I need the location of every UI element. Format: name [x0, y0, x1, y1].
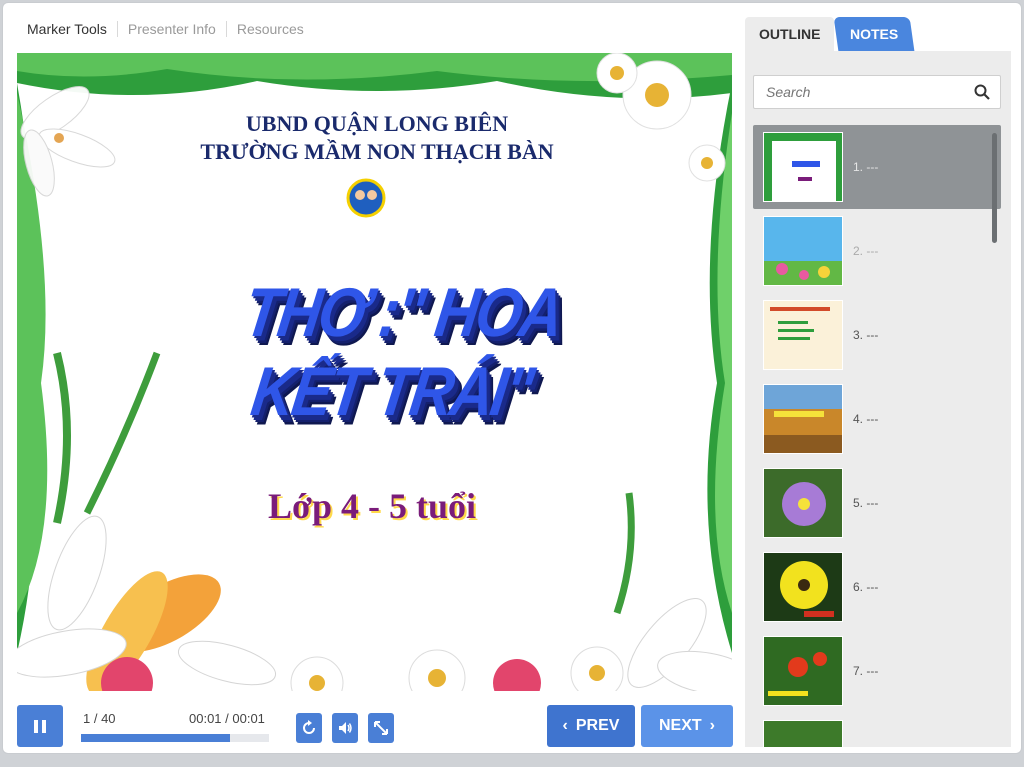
volume-icon: [339, 722, 352, 734]
search-input[interactable]: [754, 76, 954, 108]
list-item[interactable]: 7. ---: [753, 629, 1001, 713]
slide-subtitle: Lớp 4 - 5 tuổi: [268, 486, 476, 526]
list-item-label: 1. ---: [853, 160, 879, 174]
seek-bar-fill: [81, 734, 230, 742]
list-item[interactable]: 1. ---: [753, 125, 1001, 209]
search-box: [753, 75, 1001, 109]
sidebar-tabs: OUTLINE NOTES: [745, 17, 916, 51]
slide-thumbnail: [763, 552, 843, 622]
seek-bar[interactable]: [81, 734, 269, 742]
slide-thumbnail: [763, 132, 843, 202]
slide-title: THƠ :" HOA KẾT TRÁI": [239, 273, 566, 431]
tab-notes[interactable]: NOTES: [834, 17, 916, 51]
tab-resources[interactable]: Resources: [225, 21, 314, 37]
sidebar: OUTLINE NOTES 1. ---: [745, 17, 1011, 747]
slide-heading-line2: TRƯỜNG MẦM NON THẠCH BÀN: [200, 139, 554, 164]
list-item-label: 4. ---: [853, 412, 879, 426]
slide-counter: 1 / 40: [83, 711, 116, 726]
scrollbar[interactable]: [992, 133, 997, 243]
chevron-right-icon: ›: [709, 717, 715, 734]
slide-list: 1. --- 2. --- 3. --- 4. --- 5. --- 6. --…: [753, 125, 1001, 747]
list-item-label: 5. ---: [853, 496, 879, 510]
slide-thumbnail: [763, 636, 843, 706]
slide-thumbnail: [763, 468, 843, 538]
presentation-player: Marker Tools Presenter Info Resources UB…: [2, 2, 1022, 754]
prev-button[interactable]: ‹ PREV: [547, 705, 635, 747]
list-item[interactable]: 4. ---: [753, 377, 1001, 461]
list-item-label: 2. ---: [853, 244, 879, 258]
list-item-label: 3. ---: [853, 328, 879, 342]
slide-thumbnail: [763, 720, 843, 747]
slide-heading-line1: UBND QUẬN LONG BIÊN: [245, 111, 509, 136]
slide-thumbnail: [763, 216, 843, 286]
search-icon[interactable]: [974, 84, 990, 100]
tab-outline[interactable]: OUTLINE: [745, 17, 835, 51]
list-item[interactable]: [753, 713, 1001, 747]
replay-button[interactable]: [296, 713, 322, 743]
slide-thumbnail: [763, 300, 843, 370]
volume-button[interactable]: [332, 713, 358, 743]
pause-icon: [34, 719, 38, 733]
outline-panel: 1. --- 2. --- 3. ---: [745, 51, 1011, 747]
slide-canvas: UBND QUẬN LONG BIÊN TRƯỜNG MẦM NON THẠCH…: [17, 53, 732, 691]
pause-button[interactable]: [17, 705, 63, 747]
next-button[interactable]: NEXT ›: [641, 705, 733, 747]
chevron-left-icon: ‹: [562, 717, 568, 734]
list-item[interactable]: 5. ---: [753, 461, 1001, 545]
list-item-label: 7. ---: [853, 664, 879, 678]
expand-icon: [374, 721, 388, 735]
top-tabs: Marker Tools Presenter Info Resources: [27, 19, 314, 39]
list-item[interactable]: 6. ---: [753, 545, 1001, 629]
time-display: 00:01 / 00:01: [189, 711, 265, 726]
tab-marker-tools[interactable]: Marker Tools: [27, 21, 117, 37]
replay-icon: [303, 720, 315, 734]
fullscreen-button[interactable]: [368, 713, 394, 743]
tab-presenter-info[interactable]: Presenter Info: [116, 21, 226, 37]
slide-thumbnail: [763, 384, 843, 454]
list-item-label: 6. ---: [853, 580, 879, 594]
list-item[interactable]: 2. ---: [753, 209, 1001, 293]
list-item[interactable]: 3. ---: [753, 293, 1001, 377]
